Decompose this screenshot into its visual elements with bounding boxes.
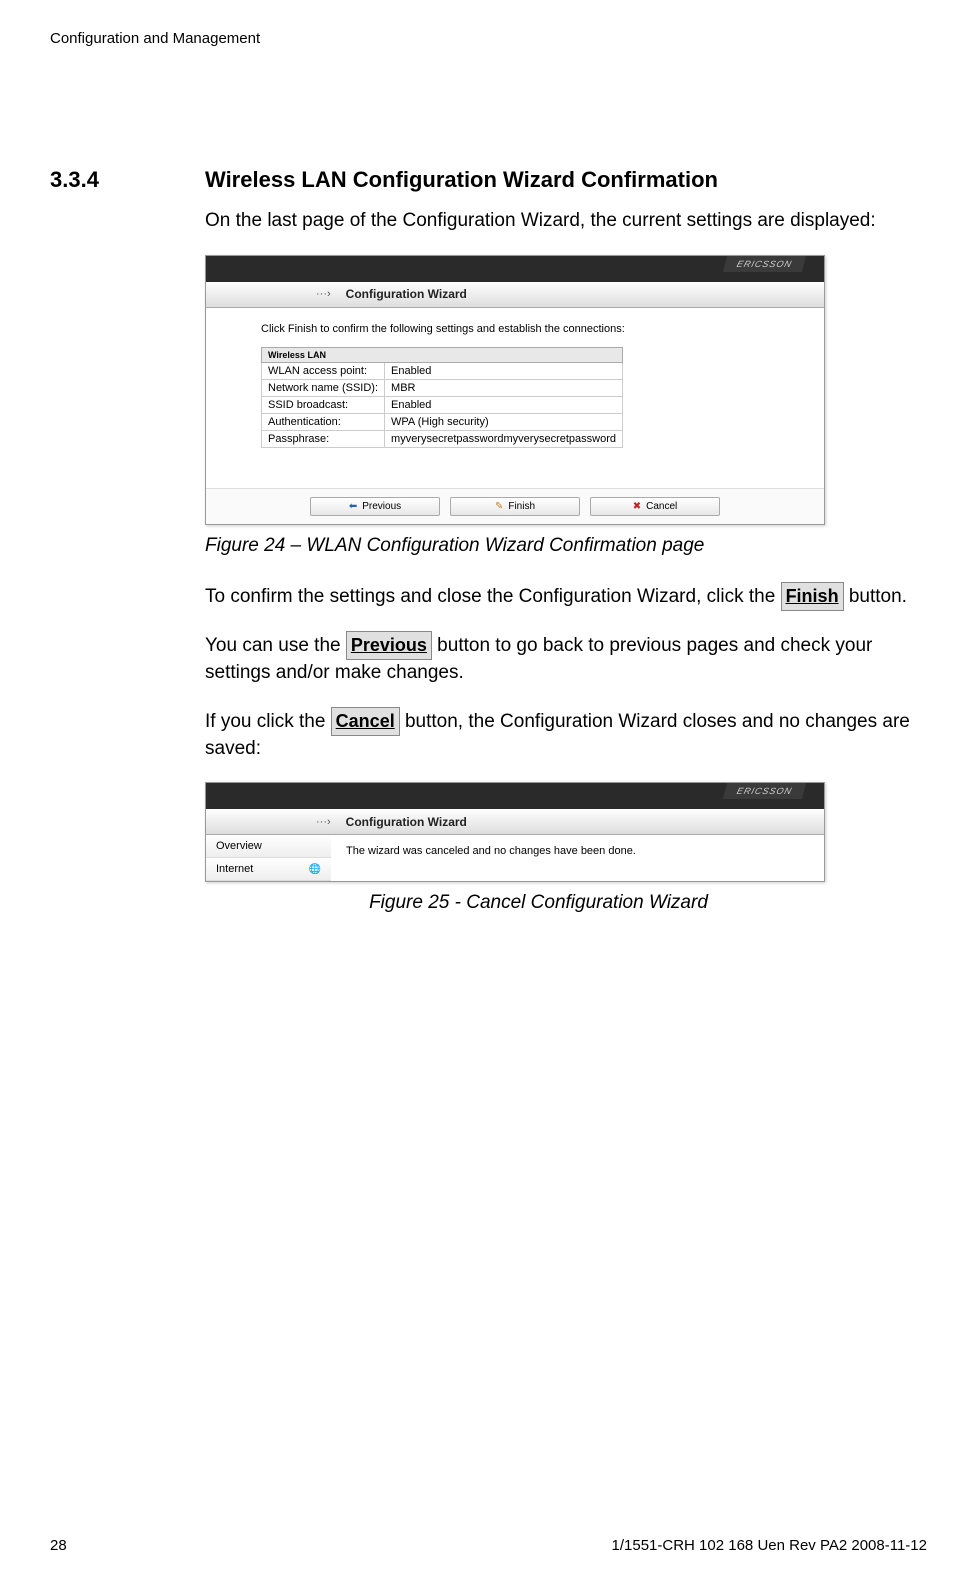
table-row: SSID broadcast: Enabled bbox=[262, 396, 623, 413]
page-footer: 28 1/1551-CRH 102 168 Uen Rev PA2 2008-1… bbox=[50, 1537, 927, 1554]
text-segment: You can use the bbox=[205, 635, 346, 656]
text-segment: To confirm the settings and close the Co… bbox=[205, 586, 781, 607]
arrow-left-icon: ⬅ bbox=[349, 501, 357, 512]
setting-label: Authentication: bbox=[262, 413, 385, 430]
breadcrumb: ···› Configuration Wizard bbox=[206, 809, 824, 835]
breadcrumb-dots-icon: ···› bbox=[316, 288, 331, 300]
table-row: Network name (SSID): MBR bbox=[262, 379, 623, 396]
text-segment: button. bbox=[844, 586, 907, 607]
wizard-title: Configuration Wizard bbox=[346, 287, 467, 301]
cancel-button[interactable]: ✖ Cancel bbox=[590, 497, 720, 516]
pencil-icon: ✎ bbox=[495, 501, 503, 512]
table-row: Passphrase: myverysecretpasswordmyveryse… bbox=[262, 430, 623, 447]
settings-table: Wireless LAN WLAN access point: Enabled … bbox=[261, 347, 623, 448]
sidebar-item-label: Internet bbox=[216, 863, 253, 875]
page-header: Configuration and Management bbox=[50, 30, 927, 47]
globe-icon: 🌐 bbox=[309, 864, 321, 875]
setting-value: WPA (High security) bbox=[385, 413, 623, 430]
sidebar-item-overview[interactable]: Overview bbox=[206, 835, 331, 858]
screenshot-confirmation: ERICSSON ···› Configuration Wizard Click… bbox=[205, 255, 825, 525]
wizard-instruction: Click Finish to confirm the following se… bbox=[261, 323, 809, 335]
setting-value: Enabled bbox=[385, 362, 623, 379]
previous-button-ref: Previous bbox=[346, 631, 432, 660]
section-number: 3.3.4 bbox=[50, 167, 205, 193]
cancel-button-ref: Cancel bbox=[331, 707, 400, 736]
finish-button-label: Finish bbox=[508, 501, 535, 512]
cancel-button-label: Cancel bbox=[646, 501, 677, 512]
previous-button[interactable]: ⬅ Previous bbox=[310, 497, 440, 516]
screenshot-body: Overview Internet 🌐 The wizard was cance… bbox=[206, 835, 824, 881]
section-title: Wireless LAN Configuration Wizard Confir… bbox=[205, 167, 718, 193]
screenshot-topbar: ERICSSON bbox=[206, 783, 824, 809]
ericsson-logo: ERICSSON bbox=[723, 256, 806, 272]
cancel-paragraph: If you click the Cancel button, the Conf… bbox=[205, 707, 927, 763]
breadcrumb-dots-icon: ···› bbox=[316, 816, 331, 828]
confirm-paragraph: To confirm the settings and close the Co… bbox=[205, 582, 927, 611]
figure-caption-25: Figure 25 - Cancel Configuration Wizard bbox=[150, 892, 927, 914]
finish-button[interactable]: ✎ Finish bbox=[450, 497, 580, 516]
wizard-button-bar: ⬅ Previous ✎ Finish ✖ Cancel bbox=[206, 488, 824, 524]
setting-value: Enabled bbox=[385, 396, 623, 413]
setting-label: Passphrase: bbox=[262, 430, 385, 447]
text-segment: If you click the bbox=[205, 711, 331, 732]
page-number: 28 bbox=[50, 1537, 67, 1554]
section-heading-row: 3.3.4 Wireless LAN Configuration Wizard … bbox=[50, 167, 927, 193]
table-header: Wireless LAN bbox=[262, 347, 623, 362]
wizard-content: Click Finish to confirm the following se… bbox=[206, 308, 824, 488]
sidebar-item-internet[interactable]: Internet 🌐 bbox=[206, 858, 331, 881]
wizard-title: Configuration Wizard bbox=[346, 815, 467, 829]
setting-label: Network name (SSID): bbox=[262, 379, 385, 396]
setting-label: WLAN access point: bbox=[262, 362, 385, 379]
previous-button-label: Previous bbox=[362, 501, 401, 512]
screenshot-canceled: ERICSSON ···› Configuration Wizard Overv… bbox=[205, 782, 825, 882]
cancel-message: The wizard was canceled and no changes h… bbox=[331, 835, 824, 881]
previous-paragraph: You can use the Previous button to go ba… bbox=[205, 631, 927, 687]
intro-paragraph: On the last page of the Configuration Wi… bbox=[205, 208, 927, 235]
ericsson-logo: ERICSSON bbox=[723, 783, 806, 799]
setting-value: myverysecretpasswordmyverysecretpassword bbox=[385, 430, 623, 447]
breadcrumb: ···› Configuration Wizard bbox=[206, 282, 824, 308]
doc-reference: 1/1551-CRH 102 168 Uen Rev PA2 2008-11-1… bbox=[612, 1537, 927, 1554]
setting-label: SSID broadcast: bbox=[262, 396, 385, 413]
close-icon: ✖ bbox=[633, 501, 641, 512]
table-row: Authentication: WPA (High security) bbox=[262, 413, 623, 430]
figure-caption-24: Figure 24 – WLAN Configuration Wizard Co… bbox=[205, 535, 927, 557]
table-row: WLAN access point: Enabled bbox=[262, 362, 623, 379]
sidebar-item-label: Overview bbox=[216, 840, 262, 852]
sidebar: Overview Internet 🌐 bbox=[206, 835, 331, 881]
setting-value: MBR bbox=[385, 379, 623, 396]
finish-button-ref: Finish bbox=[781, 582, 844, 611]
screenshot-topbar: ERICSSON bbox=[206, 256, 824, 282]
